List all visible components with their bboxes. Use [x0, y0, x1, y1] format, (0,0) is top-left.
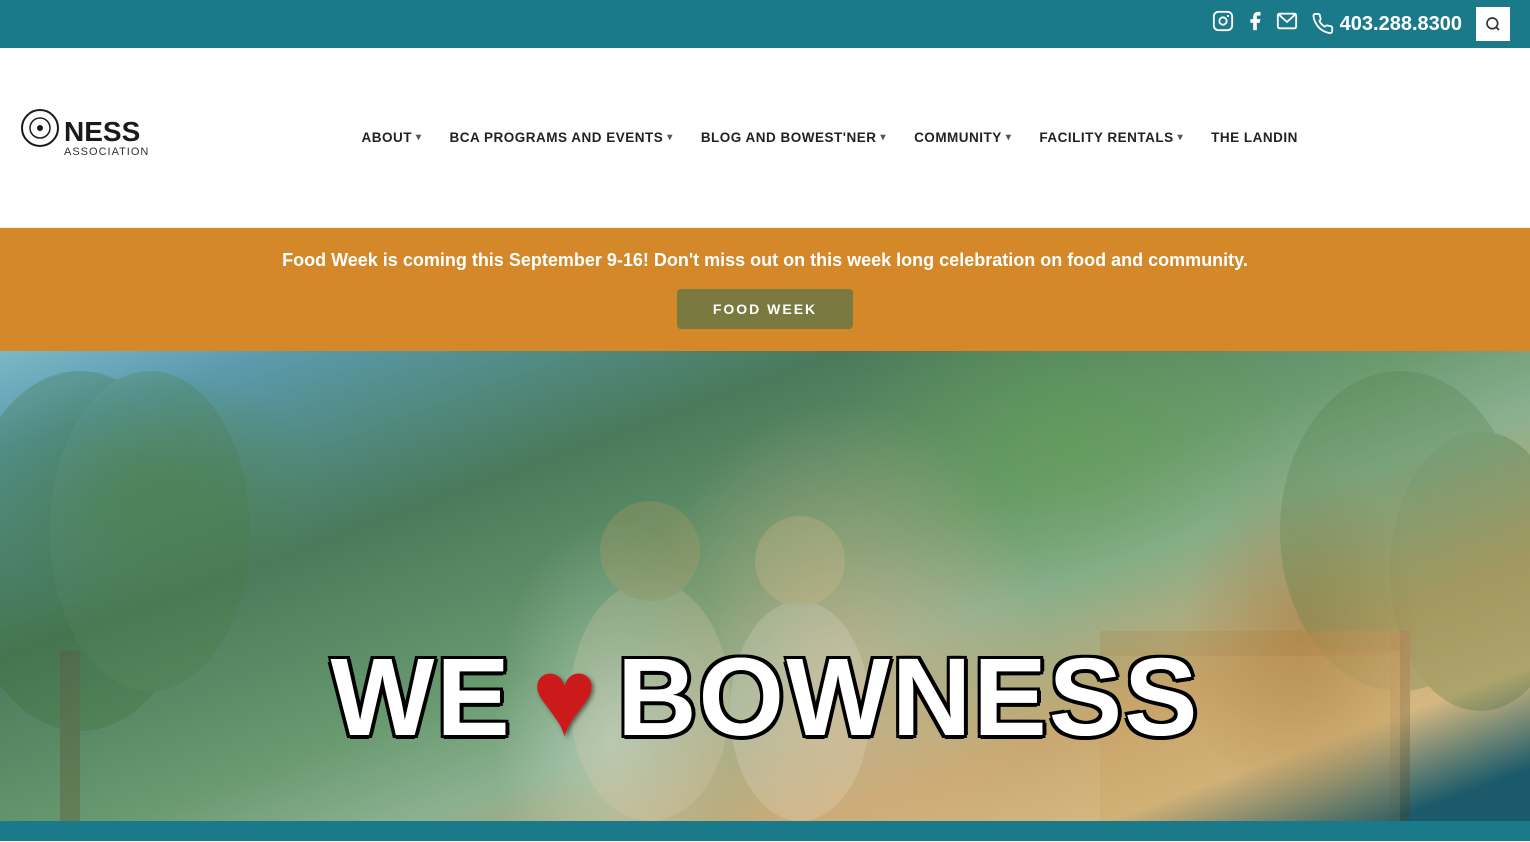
hero-section: WE ♥ BOWNESS [0, 351, 1530, 821]
hero-background: WE ♥ BOWNESS [0, 351, 1530, 821]
search-button[interactable] [1476, 7, 1510, 41]
top-bar: 403.288.8300 [0, 0, 1530, 48]
hero-heart-icon: ♥ [532, 643, 597, 753]
nav-landing[interactable]: THE LANDIN [1197, 122, 1312, 153]
chevron-down-icon: ▾ [1006, 132, 1012, 143]
chevron-down-icon: ▾ [881, 132, 887, 143]
announcement-banner: Food Week is coming this September 9-16!… [0, 228, 1530, 351]
nav-facility[interactable]: FACILITY RENTALS ▾ [1025, 122, 1197, 153]
nav-blog[interactable]: BLOG AND BOWEST'NER ▾ [687, 122, 900, 153]
nav-community[interactable]: COMMUNITY ▾ [900, 122, 1025, 153]
logo-name: NESS [64, 118, 149, 146]
nav-bar: NESS ASSOCIATION ABOUT ▾ BCA PROGRAMS AN… [0, 48, 1530, 228]
mail-icon[interactable] [1276, 10, 1298, 38]
chevron-down-icon: ▾ [667, 132, 673, 143]
nav-about[interactable]: ABOUT ▾ [347, 122, 435, 153]
food-week-button[interactable]: FOOD WEEK [677, 289, 853, 329]
phone-number[interactable]: 403.288.8300 [1312, 13, 1462, 36]
logo-sub: ASSOCIATION [64, 146, 149, 158]
nav-programs[interactable]: BCA PROGRAMS AND EVENTS ▾ [436, 122, 687, 153]
bottom-teal-bar [0, 821, 1530, 841]
chevron-down-icon: ▾ [416, 132, 422, 143]
hero-bowness: BOWNESS [617, 634, 1199, 761]
facebook-icon[interactable] [1244, 10, 1266, 38]
instagram-icon[interactable] [1212, 10, 1234, 38]
logo[interactable]: NESS ASSOCIATION [20, 48, 149, 227]
hero-we: WE [331, 634, 512, 761]
chevron-down-icon: ▾ [1178, 132, 1184, 143]
hero-tagline: WE ♥ BOWNESS [331, 634, 1200, 761]
banner-text: Food Week is coming this September 9-16!… [40, 250, 1490, 271]
main-nav: ABOUT ▾ BCA PROGRAMS AND EVENTS ▾ BLOG A… [149, 122, 1510, 153]
social-icons [1212, 10, 1298, 38]
